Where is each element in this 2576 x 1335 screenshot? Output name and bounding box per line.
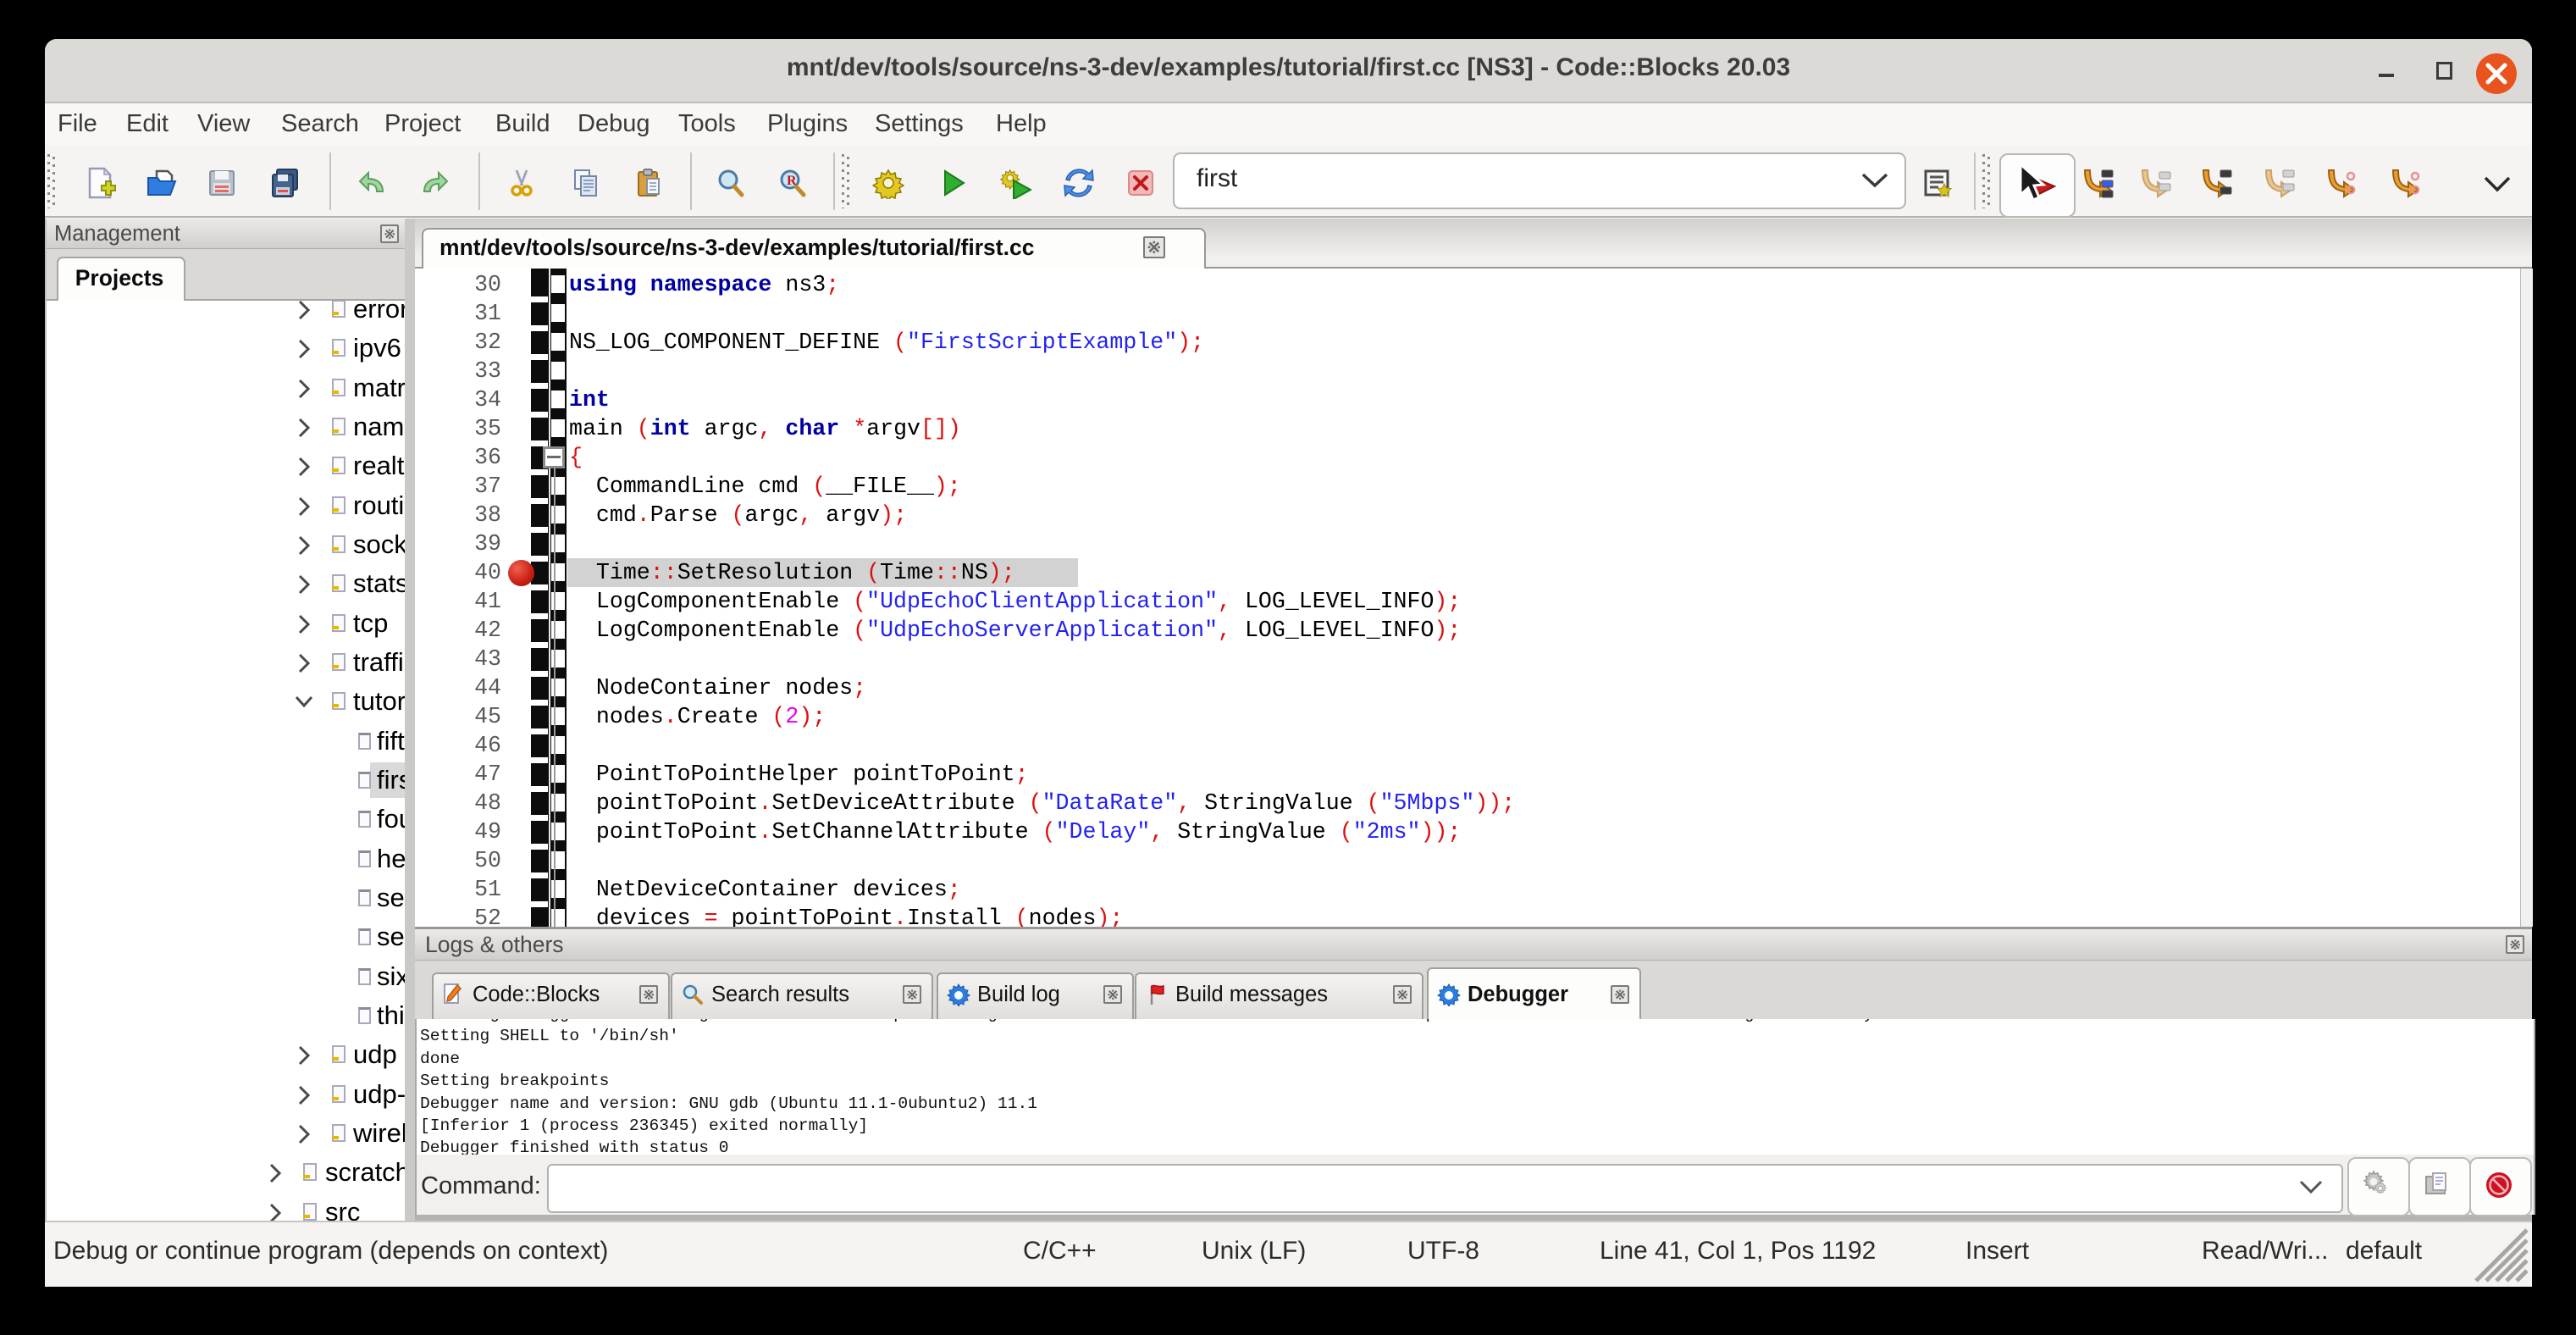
- svg-text:R: R: [787, 174, 797, 188]
